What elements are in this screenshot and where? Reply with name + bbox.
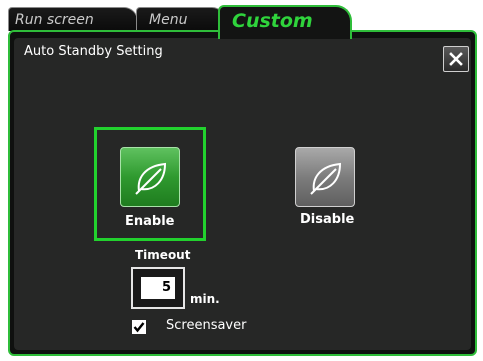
disable-option[interactable]: Disable	[280, 130, 370, 238]
timeout-label: Timeout	[135, 248, 191, 262]
leaf-icon	[310, 162, 342, 195]
enable-option[interactable]: Enable	[94, 127, 206, 241]
custom-panel	[8, 30, 477, 356]
dialog-title: Auto Standby Setting	[24, 44, 163, 59]
tab-custom-label: Custom	[232, 10, 313, 32]
tab-custom[interactable]: Custom	[218, 5, 352, 39]
tab-menu-label: Menu	[149, 12, 188, 28]
timeout-unit-label: min.	[190, 292, 220, 306]
close-icon	[449, 52, 463, 66]
screensaver-label: Screensaver	[166, 318, 247, 333]
screensaver-checkbox[interactable]	[132, 320, 146, 334]
tab-run-screen[interactable]: Run screen	[8, 7, 138, 31]
tab-run-screen-label: Run screen	[15, 12, 94, 28]
timeout-input[interactable]: 5	[141, 277, 175, 299]
tab-menu[interactable]: Menu	[136, 7, 226, 31]
close-button[interactable]	[443, 46, 469, 72]
timeout-field-frame[interactable]: 5	[131, 267, 185, 309]
leaf-icon	[135, 162, 167, 195]
enable-label: Enable	[125, 214, 175, 229]
dialog-background	[14, 38, 471, 350]
enable-button[interactable]	[120, 147, 180, 207]
disable-label: Disable	[300, 212, 355, 227]
disable-button[interactable]	[295, 147, 355, 207]
checkmark-icon	[133, 322, 145, 333]
